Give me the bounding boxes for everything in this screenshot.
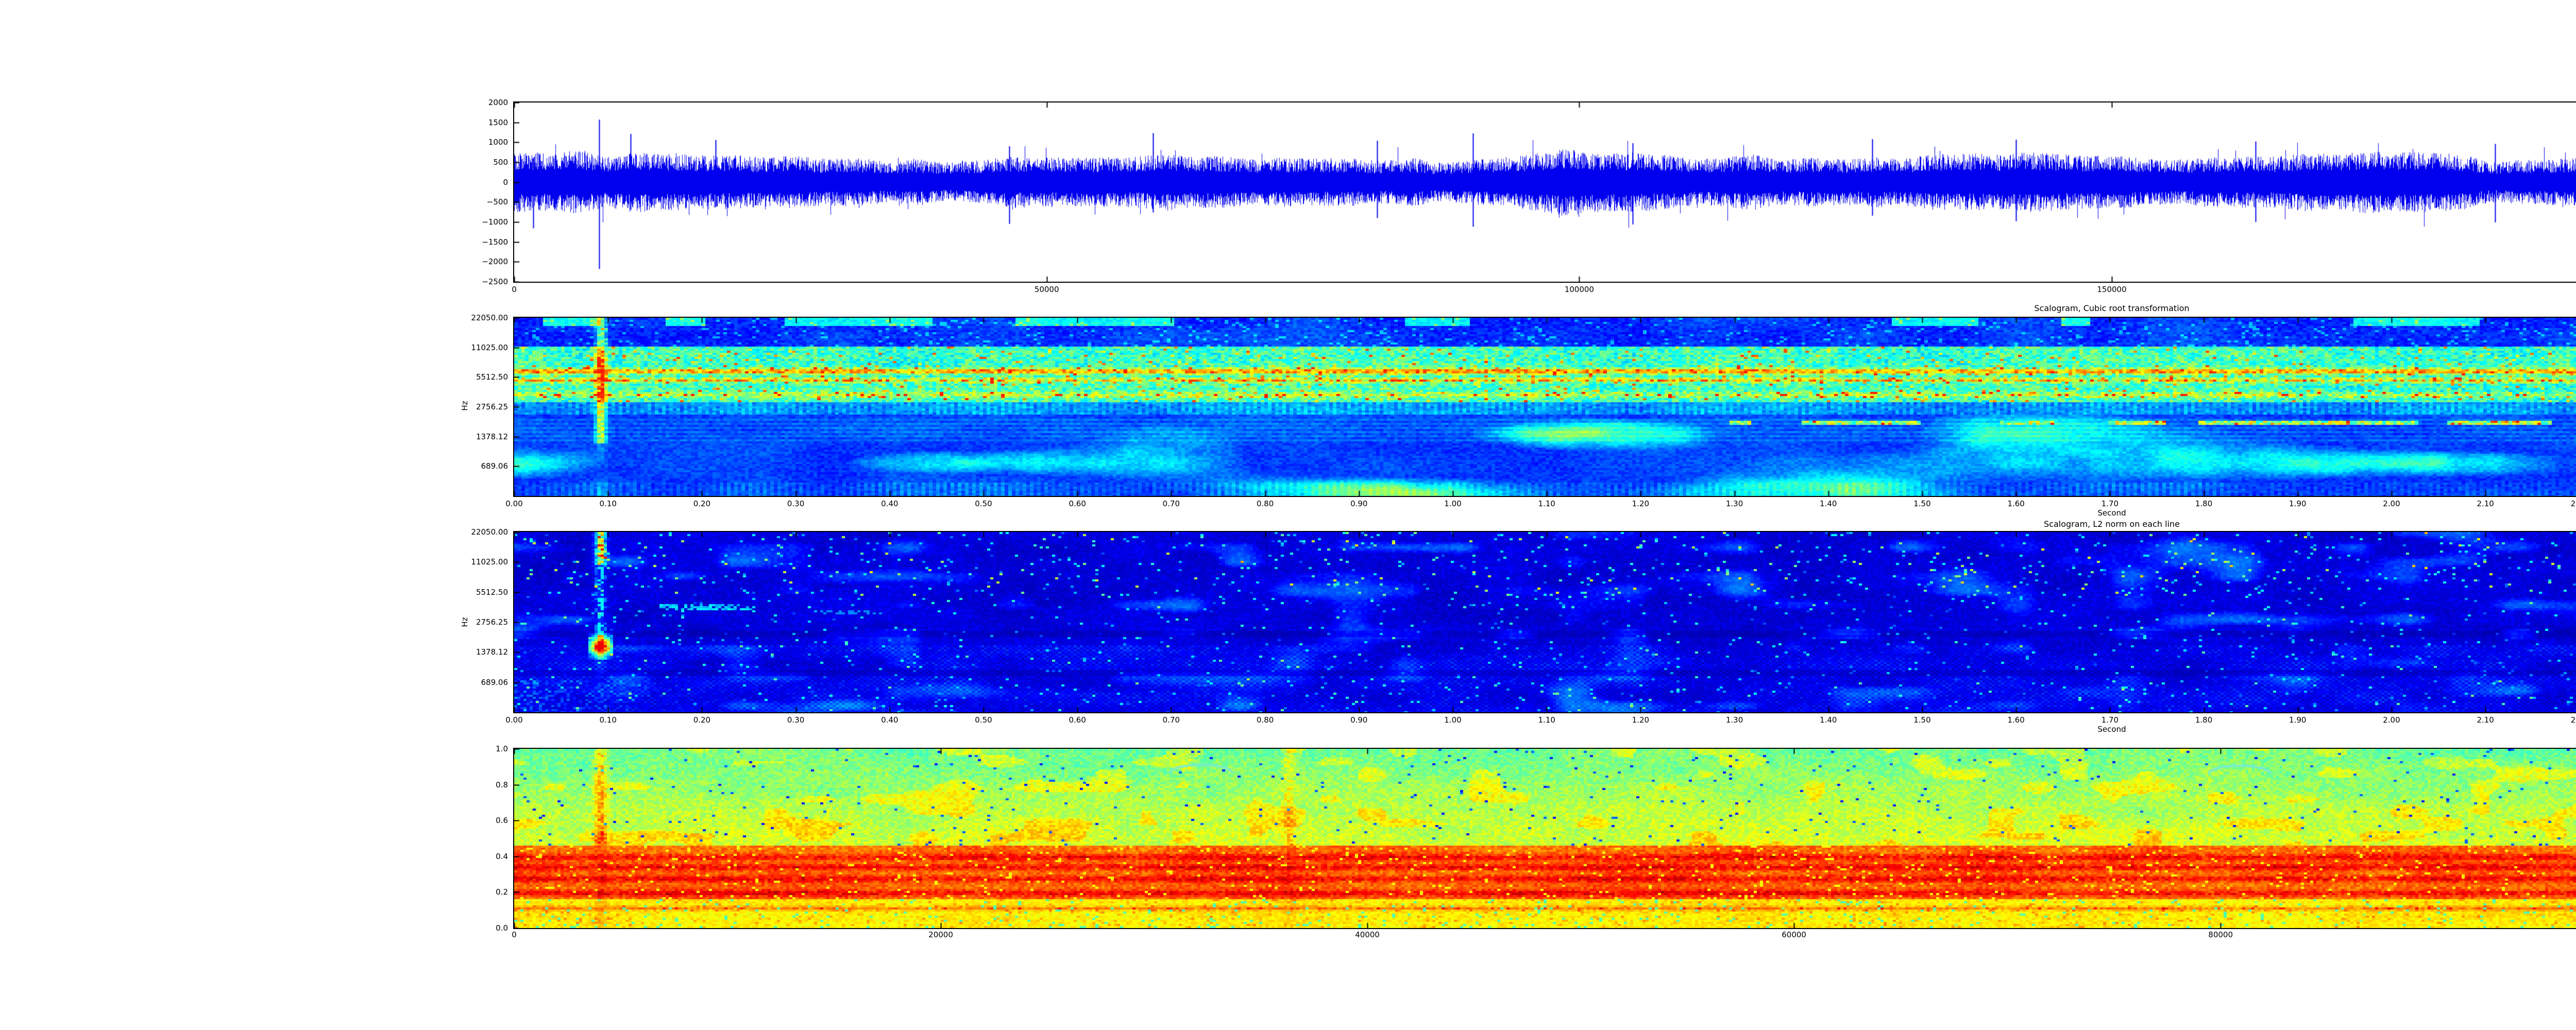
scalogram_cubic-x-tick-label: 1.70 xyxy=(2102,499,2119,508)
waveform-y-tick-label: −1500 xyxy=(482,237,508,247)
waveform-y-tick-label: 2000 xyxy=(488,98,508,107)
scalogram_cubic-x-tick-label: 1.90 xyxy=(2289,499,2306,508)
waveform-y-tick-label: 500 xyxy=(493,158,508,167)
spectrogram-x-tick-label: 60000 xyxy=(1782,930,1806,939)
scalogram_l2-y-tick-label: 2756.25 xyxy=(476,617,508,627)
scalogram_l2-x-tick-label: 0.70 xyxy=(1163,715,1180,725)
scalogram-l2-title: Scalogram, L2 norm on each line xyxy=(2044,519,2180,529)
scalogram_l2-x-tick-label: 1.70 xyxy=(2102,715,2119,725)
spectrogram-y-tick-label: 0.6 xyxy=(496,816,508,825)
scalogram_cubic-x-tick-label: 0.80 xyxy=(1257,499,1274,508)
scalogram_l2-y-tick-label: 689.06 xyxy=(481,678,509,687)
scalogram_cubic-x-tick-label: 1.30 xyxy=(1726,499,1743,508)
spectrogram-y-tick-label: 1.0 xyxy=(496,744,508,753)
waveform-y-tick-label: 1500 xyxy=(488,118,508,127)
scalogram_l2-x-tick-label: 0.20 xyxy=(693,715,710,725)
scalogram_cubic-x-tick-label: 0.50 xyxy=(975,499,992,508)
scalogram_l2-x-tick-label: 0.10 xyxy=(599,715,616,725)
spectrogram-y-tick-label: 0.0 xyxy=(496,923,508,933)
spectrogram-y-tick-label: 0.4 xyxy=(496,852,508,861)
scalogram_cubic-y-tick-label: 11025.00 xyxy=(471,343,508,352)
scalogram-cubic-xlabel: Second xyxy=(2097,508,2126,518)
waveform-y-tick-label: 1000 xyxy=(488,138,508,147)
scalogram_cubic-y-tick-label: 5512.50 xyxy=(476,372,508,382)
scalogram_l2-y-tick-label: 22050.00 xyxy=(471,527,508,537)
spectrogram-y-tick-label: 0.2 xyxy=(496,887,508,897)
waveform-x-tick-label: 50000 xyxy=(1035,285,1059,294)
scalogram_l2-x-tick-label: 0.50 xyxy=(975,715,992,725)
scalogram_cubic-x-tick-label: 0.60 xyxy=(1069,499,1086,508)
spectrogram-canvas xyxy=(514,749,2576,928)
spectrogram-x-tick-label: 20000 xyxy=(928,930,953,939)
scalogram-l2-xlabel: Second xyxy=(2097,725,2126,734)
scalogram_cubic-y-tick-label: 1378.12 xyxy=(476,432,508,441)
scalogram_l2-x-tick-label: 0.60 xyxy=(1069,715,1086,725)
waveform-y-tick-label: −2500 xyxy=(482,277,508,286)
scalogram-cubic-title: Scalogram, Cubic root transformation xyxy=(2034,303,2189,313)
scalogram_l2-x-tick-label: 0.30 xyxy=(787,715,804,725)
scalogram_l2-x-tick-label: 1.40 xyxy=(1820,715,1837,725)
scalogram_l2-x-tick-label: 1.20 xyxy=(1632,715,1649,725)
spectrogram-x-tick-label: 0 xyxy=(512,930,517,939)
spectrogram-x-tick-label: 80000 xyxy=(2208,930,2233,939)
scalogram_cubic-x-tick-label: 1.40 xyxy=(1820,499,1837,508)
scalogram_l2-x-tick-label: 1.60 xyxy=(2007,715,2024,725)
scalogram_cubic-x-tick-label: 1.10 xyxy=(1538,499,1555,508)
scalogram-cubic-panel xyxy=(513,317,2576,497)
waveform-panel xyxy=(513,101,2576,283)
scalogram_cubic-x-tick-label: 2.20 xyxy=(2571,499,2576,508)
waveform-x-tick-label: 100000 xyxy=(1565,285,1594,294)
scalogram_l2-x-tick-label: 0.00 xyxy=(505,715,522,725)
scalogram-cubic-ylabel: Hz xyxy=(460,401,469,410)
scalogram_l2-x-tick-label: 1.30 xyxy=(1726,715,1743,725)
scalogram_cubic-x-tick-label: 0.10 xyxy=(599,499,616,508)
scalogram_l2-x-tick-label: 0.80 xyxy=(1257,715,1274,725)
scalogram_cubic-x-tick-label: 2.00 xyxy=(2383,499,2400,508)
waveform-x-tick-label: 0 xyxy=(512,285,517,294)
scalogram_l2-y-tick-label: 1378.12 xyxy=(476,647,508,657)
scalogram_l2-x-tick-label: 2.00 xyxy=(2383,715,2400,725)
scalogram_cubic-y-tick-label: 22050.00 xyxy=(471,313,508,322)
scalogram_l2-x-tick-label: 1.90 xyxy=(2289,715,2306,725)
scalogram_cubic-y-tick-label: 689.06 xyxy=(481,461,509,471)
scalogram-l2-panel xyxy=(513,531,2576,713)
scalogram_l2-x-tick-label: 2.10 xyxy=(2477,715,2494,725)
scalogram_l2-x-tick-label: 1.80 xyxy=(2195,715,2212,725)
scalogram_cubic-x-tick-label: 1.50 xyxy=(1913,499,1930,508)
scalogram_l2-x-tick-label: 1.50 xyxy=(1913,715,1930,725)
scalogram_l2-x-tick-label: 2.20 xyxy=(2571,715,2576,725)
scalogram_cubic-x-tick-label: 0.00 xyxy=(505,499,522,508)
waveform-canvas xyxy=(514,102,2576,282)
spectrogram-y-tick-label: 0.8 xyxy=(496,780,508,789)
spectrogram-x-tick-label: 40000 xyxy=(1355,930,1380,939)
scalogram_cubic-x-tick-label: 2.10 xyxy=(2477,499,2494,508)
spectrogram-panel xyxy=(513,748,2576,929)
scalogram-l2-canvas xyxy=(514,532,2576,712)
scalogram_cubic-x-tick-label: 0.20 xyxy=(693,499,710,508)
scalogram_cubic-x-tick-label: 1.00 xyxy=(1444,499,1461,508)
scalogram_l2-x-tick-label: 1.10 xyxy=(1538,715,1555,725)
scalogram_cubic-x-tick-label: 1.80 xyxy=(2195,499,2212,508)
scalogram_cubic-x-tick-label: 1.20 xyxy=(1632,499,1649,508)
scalogram_l2-x-tick-label: 0.40 xyxy=(881,715,898,725)
scalogram-l2-ylabel: Hz xyxy=(460,617,469,627)
scalogram_cubic-x-tick-label: 0.30 xyxy=(787,499,804,508)
scalogram_l2-x-tick-label: 1.00 xyxy=(1444,715,1461,725)
waveform-y-tick-label: −1000 xyxy=(482,217,508,227)
scalogram_cubic-x-tick-label: 0.70 xyxy=(1163,499,1180,508)
scalogram_cubic-x-tick-label: 0.40 xyxy=(881,499,898,508)
scalogram_cubic-y-tick-label: 2756.25 xyxy=(476,402,508,411)
scalogram_cubic-x-tick-label: 0.90 xyxy=(1350,499,1367,508)
waveform-y-tick-label: 0 xyxy=(503,178,508,187)
waveform-y-tick-label: −500 xyxy=(487,197,508,207)
scalogram_l2-y-tick-label: 5512.50 xyxy=(476,588,508,597)
waveform-y-tick-label: −2000 xyxy=(482,257,508,266)
scalogram_cubic-x-tick-label: 1.60 xyxy=(2007,499,2024,508)
waveform-x-tick-label: 150000 xyxy=(2097,285,2126,294)
scalogram_l2-x-tick-label: 0.90 xyxy=(1350,715,1367,725)
scalogram_l2-y-tick-label: 11025.00 xyxy=(471,557,508,566)
scalogram-cubic-canvas xyxy=(514,318,2576,496)
